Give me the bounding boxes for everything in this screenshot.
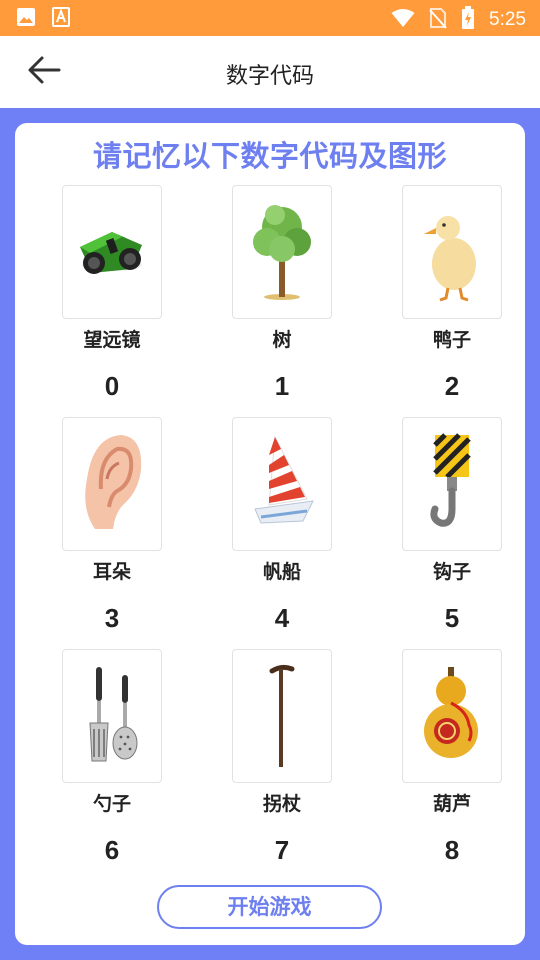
- grid-item: 鸭子 2: [355, 123, 525, 401]
- item-name: 鸭子: [432, 329, 471, 351]
- item-name: 望远镜: [83, 329, 141, 351]
- app-bar: 数字代码: [0, 36, 540, 108]
- item-grid: 望远镜 0 树 1 鸭子 2 耳朵 3 帆船 4 钩子 5 勺子 6 拐杖 7 …: [15, 123, 525, 883]
- item-code: 8: [444, 835, 460, 865]
- item-name: 树: [272, 329, 292, 351]
- duck-icon: [420, 202, 484, 302]
- page-title: 数字代码: [225, 64, 314, 89]
- item-image: [402, 649, 502, 783]
- item-name: 耳朵: [92, 561, 131, 583]
- item-code: 7: [274, 835, 290, 865]
- item-image: [62, 417, 162, 551]
- grid-item: 葫芦 8: [355, 587, 525, 865]
- a-badge-icon: [52, 7, 70, 31]
- item-image: [62, 649, 162, 783]
- start-game-button[interactable]: 开始游戏: [157, 885, 382, 929]
- gourd-icon: [417, 661, 487, 771]
- battery-charging-icon: [461, 6, 475, 34]
- ear-icon: [77, 429, 147, 539]
- status-time: 5:25: [489, 9, 526, 30]
- item-name: 帆船: [262, 561, 301, 583]
- hook-icon: [427, 429, 477, 539]
- item-image: [62, 185, 162, 319]
- grid-item: 树 1: [185, 123, 355, 401]
- sailboat-icon: [247, 429, 317, 539]
- tree-icon: [247, 197, 317, 307]
- memory-card: 请记忆以下数字代码及图形 望远镜 0 树 1 鸭子 2 耳朵 3 帆船 4 钩子…: [15, 123, 525, 945]
- image-icon: [16, 7, 36, 31]
- binoculars-icon: [72, 217, 152, 287]
- item-code: 6: [104, 835, 120, 865]
- no-sim-icon: [429, 7, 447, 33]
- wifi-icon: [391, 8, 415, 32]
- status-bar: 5:25: [0, 0, 540, 36]
- item-image: [232, 417, 332, 551]
- item-name: 钩子: [432, 561, 471, 583]
- item-image: [402, 417, 502, 551]
- grid-item: 拐杖 7: [185, 587, 355, 865]
- grid-item: 望远镜 0: [15, 123, 185, 401]
- spoon-icon: [82, 661, 142, 771]
- item-name: 勺子: [92, 793, 131, 815]
- item-name: 拐杖: [262, 793, 301, 815]
- grid-item: 勺子 6: [15, 587, 185, 865]
- item-image: [402, 185, 502, 319]
- grid-item: 耳朵 3: [15, 355, 185, 633]
- grid-item: 帆船 4: [185, 355, 355, 633]
- item-name: 葫芦: [432, 793, 471, 815]
- item-image: [232, 649, 332, 783]
- cane-icon: [262, 661, 302, 771]
- grid-item: 钩子 5: [355, 355, 525, 633]
- item-image: [232, 185, 332, 319]
